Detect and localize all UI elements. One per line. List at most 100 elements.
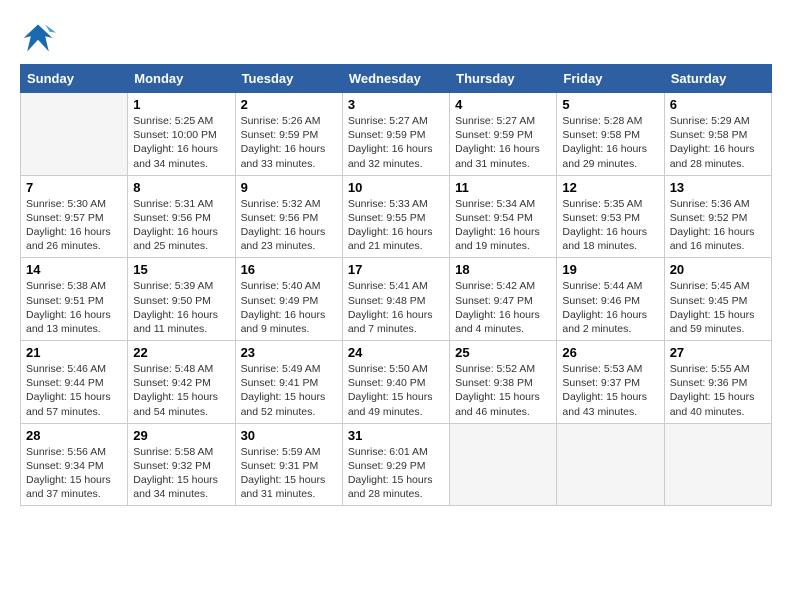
calendar-cell: 10 Sunrise: 5:33 AM Sunset: 9:55 PM Dayli…	[342, 175, 449, 258]
weekday-header-tuesday: Tuesday	[235, 65, 342, 93]
day-detail: Sunrise: 6:01 AM Sunset: 9:29 PM Dayligh…	[348, 445, 444, 502]
day-number: 11	[455, 180, 551, 195]
calendar-cell: 12Sunrise: 5:35 AM Sunset: 9:53 PM Dayli…	[557, 175, 664, 258]
day-number: 9	[241, 180, 337, 195]
day-detail: Sunrise: 5:45 AM Sunset: 9:45 PM Dayligh…	[670, 279, 766, 336]
day-number: 26	[562, 345, 658, 360]
day-detail: Sunrise: 5:35 AM Sunset: 9:53 PM Dayligh…	[562, 197, 658, 254]
calendar-cell	[557, 423, 664, 506]
day-number: 2	[241, 97, 337, 112]
calendar-cell: 19 Sunrise: 5:44 AM Sunset: 9:46 PM Dayli…	[557, 258, 664, 341]
day-number: 13	[670, 180, 766, 195]
page-header	[20, 20, 772, 56]
day-detail: Sunrise: 5:29 AM Sunset: 9:58 PM Dayligh…	[670, 114, 766, 171]
calendar-cell	[450, 423, 557, 506]
day-number: 22	[133, 345, 229, 360]
calendar-cell: 29Sunrise: 5:58 AM Sunset: 9:32 PM Dayli…	[128, 423, 235, 506]
day-detail: Sunrise: 5:40 AM Sunset: 9:49 PM Dayligh…	[241, 279, 337, 336]
day-detail: Sunrise: 5:46 AM Sunset: 9:44 PM Dayligh…	[26, 362, 122, 419]
day-number: 16	[241, 262, 337, 277]
day-detail: Sunrise: 5:28 AM Sunset: 9:58 PM Dayligh…	[562, 114, 658, 171]
day-number: 21	[26, 345, 122, 360]
day-detail: Sunrise: 5:44 AM Sunset: 9:46 PM Dayligh…	[562, 279, 658, 336]
day-number: 7	[26, 180, 122, 195]
weekday-header-friday: Friday	[557, 65, 664, 93]
calendar-cell: 6 Sunrise: 5:29 AM Sunset: 9:58 PM Daylig…	[664, 93, 771, 176]
calendar-cell: 4 Sunrise: 5:27 AM Sunset: 9:59 PM Daylig…	[450, 93, 557, 176]
day-number: 17	[348, 262, 444, 277]
weekday-header-wednesday: Wednesday	[342, 65, 449, 93]
calendar-cell: 15 Sunrise: 5:39 AM Sunset: 9:50 PM Dayli…	[128, 258, 235, 341]
calendar-cell: 13 Sunrise: 5:36 AM Sunset: 9:52 PM Dayli…	[664, 175, 771, 258]
calendar-cell: 27 Sunrise: 5:55 AM Sunset: 9:36 PM Dayli…	[664, 341, 771, 424]
calendar-cell: 30Sunrise: 5:59 AM Sunset: 9:31 PM Dayli…	[235, 423, 342, 506]
day-number: 25	[455, 345, 551, 360]
day-number: 10	[348, 180, 444, 195]
day-detail: Sunrise: 5:41 AM Sunset: 9:48 PM Dayligh…	[348, 279, 444, 336]
calendar-cell	[21, 93, 128, 176]
day-number: 15	[133, 262, 229, 277]
day-detail: Sunrise: 5:36 AM Sunset: 9:52 PM Dayligh…	[670, 197, 766, 254]
weekday-header-saturday: Saturday	[664, 65, 771, 93]
calendar-cell: 25 Sunrise: 5:52 AM Sunset: 9:38 PM Dayli…	[450, 341, 557, 424]
calendar-cell: 2 Sunrise: 5:26 AM Sunset: 9:59 PM Daylig…	[235, 93, 342, 176]
day-number: 6	[670, 97, 766, 112]
calendar-header-row: SundayMondayTuesdayWednesdayThursdayFrid…	[21, 65, 772, 93]
day-detail: Sunrise: 5:55 AM Sunset: 9:36 PM Dayligh…	[670, 362, 766, 419]
calendar-cell: 26 Sunrise: 5:53 AM Sunset: 9:37 PM Dayli…	[557, 341, 664, 424]
logo	[20, 20, 60, 56]
calendar-cell: 23 Sunrise: 5:49 AM Sunset: 9:41 PM Dayli…	[235, 341, 342, 424]
day-detail: Sunrise: 5:52 AM Sunset: 9:38 PM Dayligh…	[455, 362, 551, 419]
day-detail: Sunrise: 5:53 AM Sunset: 9:37 PM Dayligh…	[562, 362, 658, 419]
day-number: 1	[133, 97, 229, 112]
day-detail: Sunrise: 5:39 AM Sunset: 9:50 PM Dayligh…	[133, 279, 229, 336]
day-number: 19	[562, 262, 658, 277]
calendar-cell: 9 Sunrise: 5:32 AM Sunset: 9:56 PM Daylig…	[235, 175, 342, 258]
day-detail: Sunrise: 5:38 AM Sunset: 9:51 PM Dayligh…	[26, 279, 122, 336]
calendar-week-row: 14 Sunrise: 5:38 AM Sunset: 9:51 PM Dayli…	[21, 258, 772, 341]
day-detail: Sunrise: 5:30 AM Sunset: 9:57 PM Dayligh…	[26, 197, 122, 254]
logo-icon	[20, 20, 56, 56]
calendar-cell: 14 Sunrise: 5:38 AM Sunset: 9:51 PM Dayli…	[21, 258, 128, 341]
day-number: 28	[26, 428, 122, 443]
day-number: 24	[348, 345, 444, 360]
day-detail: Sunrise: 5:32 AM Sunset: 9:56 PM Dayligh…	[241, 197, 337, 254]
calendar-cell: 11 Sunrise: 5:34 AM Sunset: 9:54 PM Dayli…	[450, 175, 557, 258]
calendar-cell: 3 Sunrise: 5:27 AM Sunset: 9:59 PM Daylig…	[342, 93, 449, 176]
day-number: 14	[26, 262, 122, 277]
day-number: 27	[670, 345, 766, 360]
day-number: 18	[455, 262, 551, 277]
day-detail: Sunrise: 5:42 AM Sunset: 9:47 PM Dayligh…	[455, 279, 551, 336]
day-number: 23	[241, 345, 337, 360]
day-detail: Sunrise: 5:27 AM Sunset: 9:59 PM Dayligh…	[348, 114, 444, 171]
calendar-cell: 16 Sunrise: 5:40 AM Sunset: 9:49 PM Dayli…	[235, 258, 342, 341]
day-detail: Sunrise: 5:56 AM Sunset: 9:34 PM Dayligh…	[26, 445, 122, 502]
weekday-header-monday: Monday	[128, 65, 235, 93]
calendar-cell: 1 Sunrise: 5:25 AM Sunset: 10:00 PM Dayli…	[128, 93, 235, 176]
day-number: 8	[133, 180, 229, 195]
day-detail: Sunrise: 5:34 AM Sunset: 9:54 PM Dayligh…	[455, 197, 551, 254]
day-detail: Sunrise: 5:26 AM Sunset: 9:59 PM Dayligh…	[241, 114, 337, 171]
weekday-header-sunday: Sunday	[21, 65, 128, 93]
calendar-cell: 22 Sunrise: 5:48 AM Sunset: 9:42 PM Dayli…	[128, 341, 235, 424]
calendar-week-row: 1 Sunrise: 5:25 AM Sunset: 10:00 PM Dayli…	[21, 93, 772, 176]
day-detail: Sunrise: 5:25 AM Sunset: 10:00 PM Daylig…	[133, 114, 229, 171]
day-detail: Sunrise: 5:27 AM Sunset: 9:59 PM Dayligh…	[455, 114, 551, 171]
calendar-cell: 31 Sunrise: 6:01 AM Sunset: 9:29 PM Dayli…	[342, 423, 449, 506]
weekday-header-thursday: Thursday	[450, 65, 557, 93]
calendar-cell: 17 Sunrise: 5:41 AM Sunset: 9:48 PM Dayli…	[342, 258, 449, 341]
calendar-week-row: 7 Sunrise: 5:30 AM Sunset: 9:57 PM Daylig…	[21, 175, 772, 258]
day-detail: Sunrise: 5:49 AM Sunset: 9:41 PM Dayligh…	[241, 362, 337, 419]
day-number: 5	[562, 97, 658, 112]
day-number: 4	[455, 97, 551, 112]
calendar-week-row: 28 Sunrise: 5:56 AM Sunset: 9:34 PM Dayli…	[21, 423, 772, 506]
day-number: 3	[348, 97, 444, 112]
calendar-cell: 28 Sunrise: 5:56 AM Sunset: 9:34 PM Dayli…	[21, 423, 128, 506]
calendar-week-row: 21 Sunrise: 5:46 AM Sunset: 9:44 PM Dayli…	[21, 341, 772, 424]
day-detail: Sunrise: 5:48 AM Sunset: 9:42 PM Dayligh…	[133, 362, 229, 419]
day-detail: Sunrise: 5:33 AM Sunset: 9:55 PM Dayligh…	[348, 197, 444, 254]
day-number: 31	[348, 428, 444, 443]
calendar-cell	[664, 423, 771, 506]
calendar-cell: 21 Sunrise: 5:46 AM Sunset: 9:44 PM Dayli…	[21, 341, 128, 424]
calendar-cell: 20Sunrise: 5:45 AM Sunset: 9:45 PM Dayli…	[664, 258, 771, 341]
